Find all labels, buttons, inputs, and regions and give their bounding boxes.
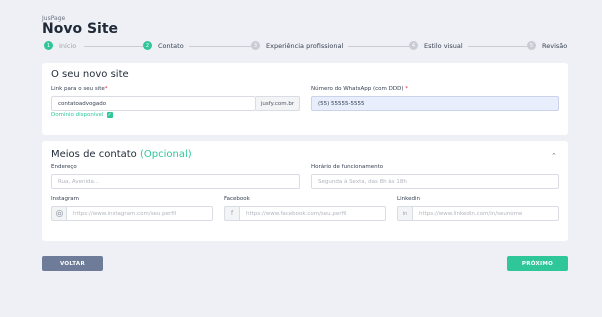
progress-stepper: 1 Início 2 Contato 3 Experiência profiss… [44, 41, 568, 53]
step-number: 1 [44, 41, 53, 50]
step-experiencia[interactable]: 3 Experiência profissional [251, 41, 349, 50]
step-number: 2 [143, 41, 152, 50]
step-number: 4 [409, 41, 418, 50]
whatsapp-input[interactable]: (55) 55555-5555 [311, 96, 559, 111]
stepper-line [184, 46, 254, 47]
site-link-input[interactable]: contatoadvogado [51, 96, 256, 111]
address-label: Endereço [51, 164, 77, 170]
step-label: Início [59, 41, 77, 50]
back-button[interactable]: VOLTAR [42, 256, 103, 271]
step-inicio[interactable]: 1 Início [44, 41, 82, 50]
hours-label: Horário de funcionamento [311, 164, 384, 170]
check-icon: ✓ [106, 112, 113, 118]
step-contato[interactable]: 2 Contato [143, 41, 189, 50]
facebook-input[interactable]: https://www.facebook.com/seu.perfil [239, 206, 386, 221]
domain-status-text: Domínio disponível [51, 112, 104, 118]
domain-status: Domínio disponível ✓ [51, 112, 113, 118]
linkedin-icon: in [397, 206, 412, 221]
page-title: Novo Site [42, 21, 119, 37]
facebook-label: Facebook [224, 196, 250, 202]
step-estilo-visual[interactable]: 4 Estilo visual [409, 41, 468, 50]
address-input[interactable]: Rua, Avenida... [51, 174, 300, 189]
step-label: Estilo visual [424, 41, 463, 50]
domain-suffix: jusfy.com.br [256, 96, 300, 111]
whatsapp-label: Número do WhatsApp (com DDD) * [311, 86, 409, 92]
stepper-line [464, 46, 529, 47]
step-number: 5 [527, 41, 536, 50]
linkedin-label: Linkedin [397, 196, 420, 202]
linkedin-input[interactable]: https://www.linkedin.com/in/seunome [412, 206, 559, 221]
facebook-icon: f [224, 206, 239, 221]
step-number: 3 [251, 41, 260, 50]
instagram-icon [51, 206, 66, 221]
instagram-label: Instagram [51, 196, 79, 202]
contact-section-title: Meios de contato (Opcional) [51, 149, 192, 160]
next-button[interactable]: PRÓXIMO [507, 256, 568, 271]
stepper-line [84, 46, 144, 47]
step-label: Experiência profissional [266, 41, 344, 50]
step-revisao[interactable]: 5 Revisão [527, 41, 568, 50]
step-label: Contato [158, 41, 184, 50]
chevron-up-icon[interactable]: ⌃ [551, 152, 557, 160]
site-section-title: O seu novo site [51, 69, 129, 80]
hours-input[interactable]: Segunda à Sexta, das 8h às 18h [311, 174, 559, 189]
step-label: Revisão [542, 41, 568, 50]
instagram-input[interactable]: https://www.instagram.com/seu.perfil [66, 206, 213, 221]
stepper-line [344, 46, 414, 47]
link-label: Link para o seu site* [51, 86, 108, 92]
